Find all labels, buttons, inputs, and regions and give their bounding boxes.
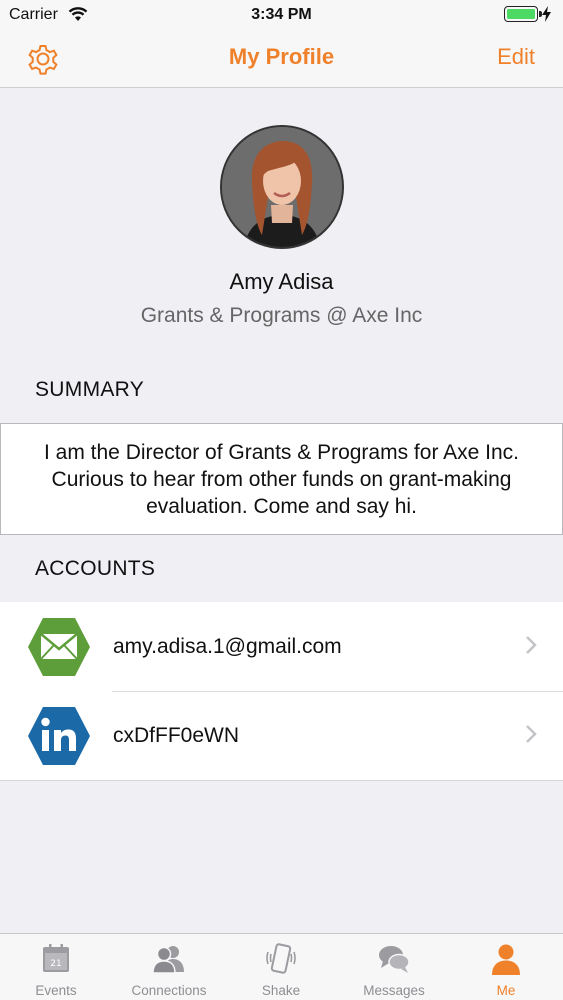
messages-icon [377, 942, 411, 976]
summary-text: I am the Director of Grants & Programs f… [43, 440, 519, 518]
summary-section-header: SUMMARY [35, 378, 145, 401]
status-time: 3:34 PM [251, 6, 312, 23]
account-label: amy.adisa.1@gmail.com [113, 635, 342, 658]
accounts-section-header: ACCOUNTS [35, 557, 156, 580]
account-row-linkedin[interactable]: cxDfFF0eWN [0, 691, 563, 780]
avatar [220, 125, 344, 249]
tab-events[interactable]: 21 Events [0, 934, 112, 1000]
chevron-right-icon [525, 724, 537, 744]
account-row-email[interactable]: amy.adisa.1@gmail.com [0, 602, 563, 691]
account-label: cxDfFF0eWN [113, 724, 239, 747]
connections-icon [152, 942, 186, 976]
page-title: My Profile [228, 44, 335, 69]
tab-shake[interactable]: Shake [225, 934, 337, 1000]
tab-label: Me [496, 983, 516, 998]
calendar-icon: 21 [39, 942, 73, 976]
person-icon [489, 942, 523, 976]
tab-connections[interactable]: Connections [113, 934, 225, 1000]
linkedin-icon [26, 703, 92, 769]
shake-phone-icon [264, 942, 298, 976]
edit-button[interactable]: Edit [497, 44, 535, 70]
charging-bolt-icon [542, 6, 551, 22]
profile-job-title: Grants & Programs @ Axe Inc [140, 304, 423, 327]
tab-label: Connections [131, 983, 207, 998]
battery-icon [504, 6, 542, 22]
email-icon [26, 614, 92, 680]
tab-bar: 21 Events Connections Shake Messages Me [0, 933, 563, 1000]
accounts-list: amy.adisa.1@gmail.com cxDfFF0eWN [0, 602, 563, 781]
tab-label: Shake [261, 983, 301, 998]
tab-label: Messages [363, 983, 425, 998]
tab-me[interactable]: Me [450, 934, 562, 1000]
status-bar: Carrier 3:34 PM [0, 0, 563, 30]
calendar-date: 21 [50, 959, 61, 969]
tab-messages[interactable]: Messages [338, 934, 450, 1000]
chevron-right-icon [525, 635, 537, 655]
summary-text-box: I am the Director of Grants & Programs f… [0, 423, 563, 535]
battery-indicator [504, 6, 551, 22]
profile-name: Amy Adisa [229, 269, 334, 294]
navigation-bar: My Profile Edit [0, 30, 563, 88]
tab-label: Events [35, 983, 77, 998]
